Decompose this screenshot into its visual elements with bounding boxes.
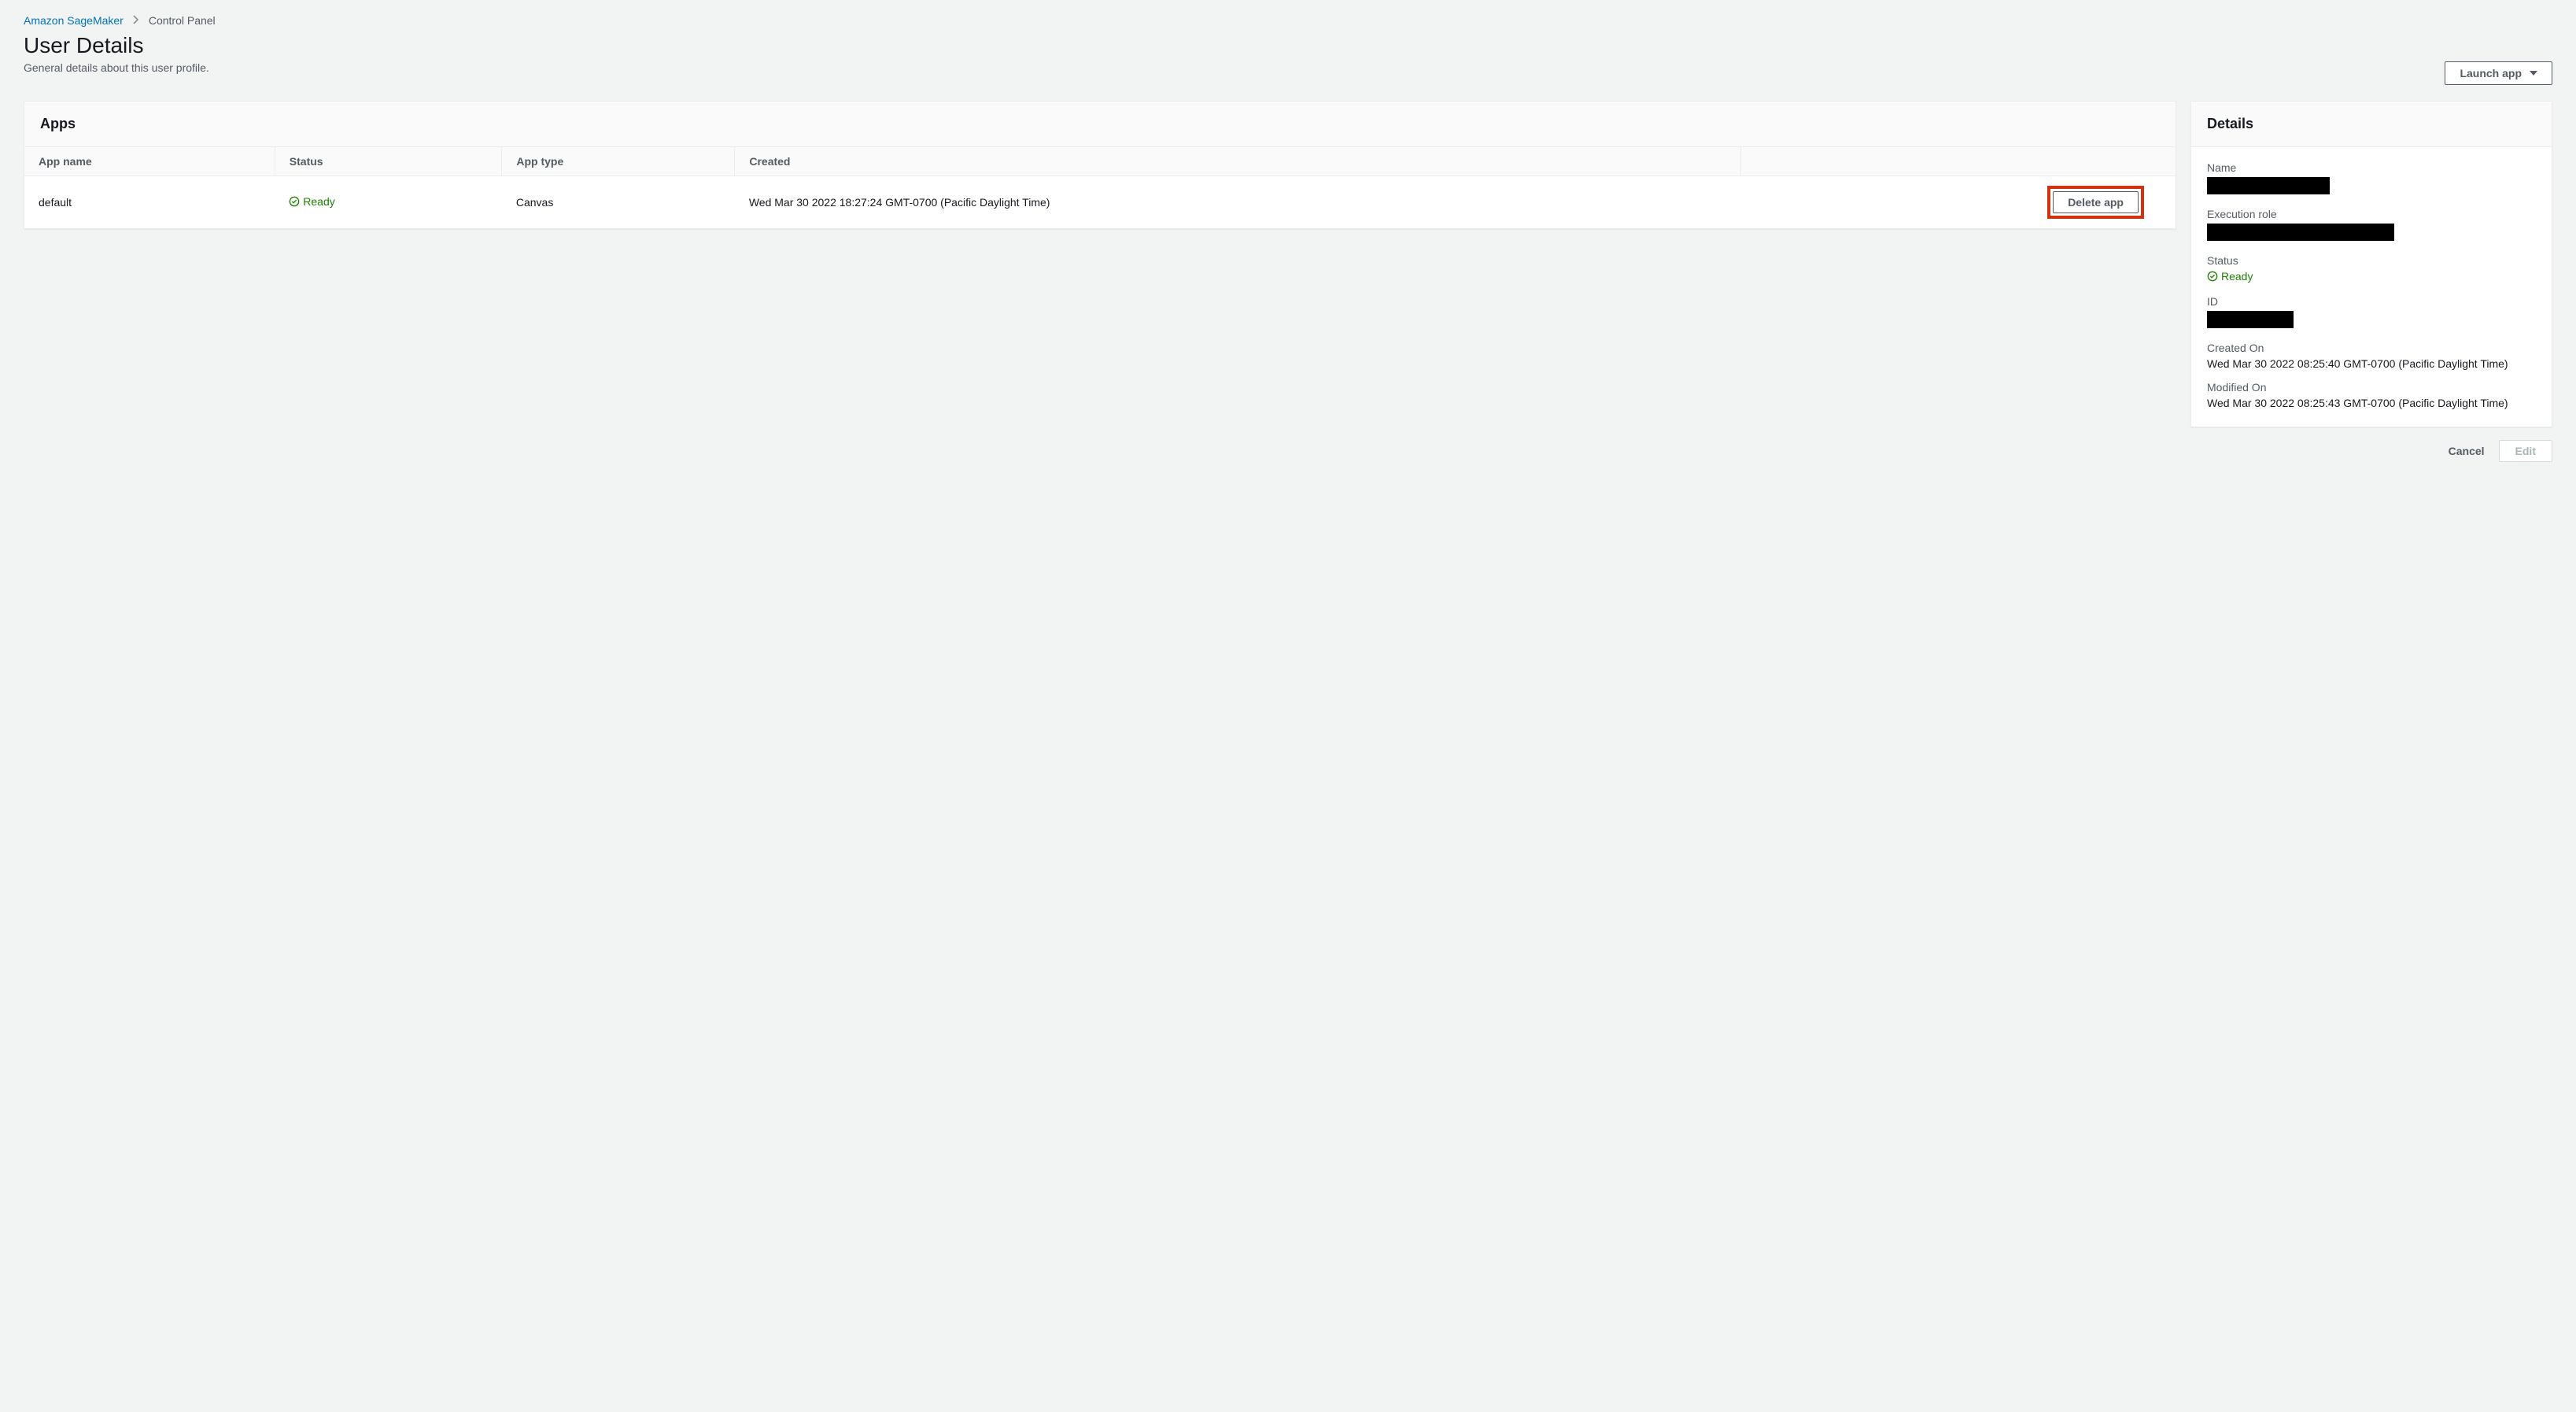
breadcrumb-current: Control Panel: [149, 14, 216, 27]
highlight-annotation: Delete app: [2047, 186, 2144, 219]
detail-created-on-label: Created On: [2207, 342, 2536, 354]
col-created: Created: [735, 147, 1741, 176]
cell-status: Ready: [275, 176, 502, 229]
detail-created-on-value: Wed Mar 30 2022 08:25:40 GMT-0700 (Pacif…: [2207, 357, 2536, 370]
apps-table: App name Status App type Created default…: [24, 147, 2176, 228]
col-actions: [1741, 147, 2176, 176]
detail-execution-role: Execution role: [2207, 208, 2536, 243]
detail-id-value-redacted: [2207, 311, 2294, 328]
details-panel: Details Name Execution role Status Ready: [2190, 101, 2552, 427]
detail-name-value-redacted: [2207, 177, 2330, 194]
chevron-right-icon: [133, 14, 139, 27]
cell-app-type: Canvas: [502, 176, 735, 229]
detail-created-on: Created On Wed Mar 30 2022 08:25:40 GMT-…: [2207, 342, 2536, 370]
apps-heading: Apps: [40, 116, 2160, 132]
cell-actions: Delete app: [1741, 176, 2176, 229]
apps-panel-header: Apps: [24, 102, 2176, 147]
detail-modified-on-label: Modified On: [2207, 381, 2536, 394]
detail-name: Name: [2207, 161, 2536, 197]
col-status: Status: [275, 147, 502, 176]
breadcrumb-root-link[interactable]: Amazon SageMaker: [24, 14, 124, 27]
status-text: Ready: [303, 195, 334, 208]
cell-app-name: default: [24, 176, 275, 229]
detail-id: ID: [2207, 295, 2536, 331]
status-badge: Ready: [2207, 270, 2253, 283]
detail-name-label: Name: [2207, 161, 2536, 174]
apps-panel: Apps App name Status App type Created de…: [24, 101, 2176, 229]
cell-created: Wed Mar 30 2022 18:27:24 GMT-0700 (Pacif…: [735, 176, 1741, 229]
page-subtitle: General details about this user profile.: [24, 61, 209, 74]
page-header: User Details General details about this …: [24, 33, 2552, 85]
check-circle-icon: [2207, 271, 2218, 282]
detail-modified-on: Modified On Wed Mar 30 2022 08:25:43 GMT…: [2207, 381, 2536, 409]
delete-app-button[interactable]: Delete app: [2053, 191, 2139, 213]
edit-button[interactable]: Edit: [2499, 440, 2552, 462]
cancel-button[interactable]: Cancel: [2449, 445, 2485, 457]
detail-status-label: Status: [2207, 254, 2536, 267]
launch-app-button[interactable]: Launch app: [2445, 61, 2552, 85]
caret-down-icon: [2530, 71, 2537, 76]
detail-modified-on-value: Wed Mar 30 2022 08:25:43 GMT-0700 (Pacif…: [2207, 397, 2536, 409]
table-row: default Ready Canvas Wed Mar 30 2022 18:…: [24, 176, 2176, 229]
details-panel-header: Details: [2191, 102, 2552, 147]
col-app-name: App name: [24, 147, 275, 176]
page-title: User Details: [24, 33, 209, 58]
apps-table-header-row: App name Status App type Created: [24, 147, 2176, 176]
details-heading: Details: [2207, 116, 2536, 132]
footer-actions: Cancel Edit: [2190, 440, 2552, 462]
breadcrumb: Amazon SageMaker Control Panel: [24, 14, 2552, 27]
launch-app-label: Launch app: [2460, 67, 2522, 79]
detail-execution-role-value-redacted: [2207, 224, 2394, 241]
detail-status-value: Ready: [2221, 270, 2253, 283]
status-badge: Ready: [289, 195, 334, 208]
detail-id-label: ID: [2207, 295, 2536, 308]
detail-status: Status Ready: [2207, 254, 2536, 284]
check-circle-icon: [289, 196, 300, 207]
col-app-type: App type: [502, 147, 735, 176]
detail-execution-role-label: Execution role: [2207, 208, 2536, 220]
